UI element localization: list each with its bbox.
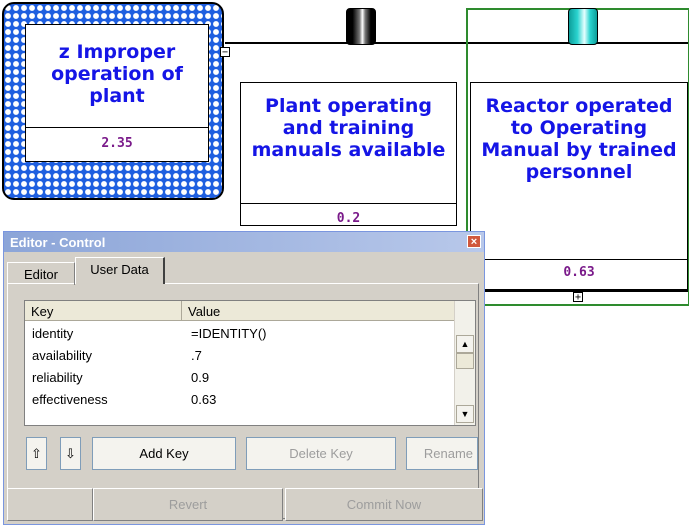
barrier-separator [241, 203, 456, 204]
row-value[interactable]: .7 [191, 348, 202, 363]
table-row[interactable]: identity =IDENTITY() [25, 323, 456, 345]
rename-button[interactable]: Rename [406, 437, 478, 470]
column-header-value[interactable]: Value [182, 301, 456, 321]
commit-now-button[interactable]: Commit Now [285, 488, 483, 521]
add-key-button[interactable]: Add Key [92, 437, 236, 470]
collapse-icon[interactable]: − [220, 47, 230, 58]
barrier-cap-black [346, 8, 376, 45]
column-header-key[interactable]: Key [25, 301, 182, 321]
user-data-grid: Key Value identity =IDENTITY() availabil… [24, 300, 476, 426]
barrier-node-reactor[interactable]: Reactor operated to Operating Manual by … [470, 82, 688, 290]
row-key: effectiveness [32, 392, 108, 407]
row-key: availability [32, 348, 92, 363]
delete-key-button[interactable]: Delete Key [246, 437, 396, 470]
scroll-down-icon[interactable]: ▼ [456, 405, 474, 423]
hazard-value: 2.35 [101, 136, 133, 151]
barrier-node-manuals[interactable]: Plant operating and training manuals ava… [240, 82, 457, 226]
barrier-separator [471, 259, 687, 260]
dialog-titlebar[interactable]: Editor - Control × [4, 232, 484, 252]
row-key: reliability [32, 370, 83, 385]
hazard-node[interactable]: z Improper operation of plant 2.35 [2, 2, 224, 200]
table-row[interactable]: reliability 0.9 [25, 367, 456, 389]
tab-editor[interactable]: Editor [7, 262, 75, 285]
close-icon[interactable]: × [467, 235, 481, 248]
move-up-button[interactable]: ⇧ [26, 437, 47, 470]
scroll-up-icon[interactable]: ▲ [456, 335, 474, 353]
barrier-cap-cyan [568, 8, 598, 45]
revert-button[interactable]: Revert [93, 488, 283, 521]
dialog-title: Editor - Control [10, 235, 106, 250]
table-row[interactable]: effectiveness 0.63 [25, 389, 456, 411]
row-key: identity [32, 326, 74, 341]
hazard-title: z Improper operation of plant [51, 41, 183, 107]
expand-icon[interactable]: + [573, 292, 583, 303]
status-spacer [7, 488, 93, 521]
row-value[interactable]: =IDENTITY() [191, 326, 266, 341]
tab-user-data[interactable]: User Data [75, 257, 165, 284]
barrier-value: 0.2 [336, 211, 361, 226]
move-down-button[interactable]: ⇩ [60, 437, 81, 470]
barrier-title: Reactor operated to Operating Manual by … [481, 95, 677, 183]
hazard-node-box: z Improper operation of plant 2.35 [25, 24, 209, 162]
table-row[interactable]: availability .7 [25, 345, 456, 367]
grid-scrollbar[interactable]: ▲ ▼ [454, 301, 475, 425]
row-value[interactable]: 0.9 [191, 370, 209, 385]
scroll-thumb[interactable] [456, 353, 474, 369]
hazard-separator [26, 127, 208, 128]
barrier-value: 0.63 [563, 265, 595, 280]
row-value[interactable]: 0.63 [191, 392, 216, 407]
barrier-title: Plant operating and training manuals ava… [251, 95, 446, 161]
